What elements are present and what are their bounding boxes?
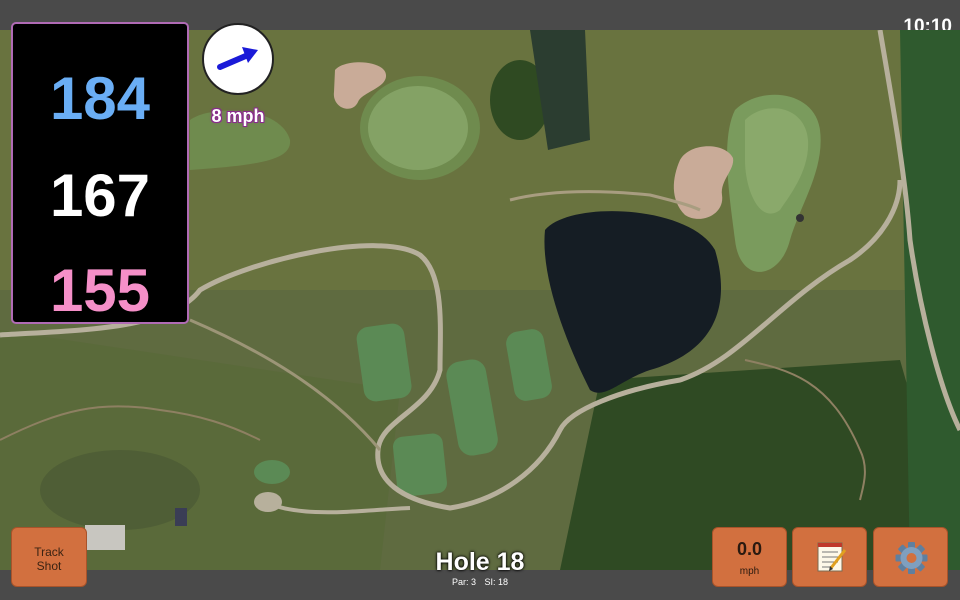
wind-direction-indicator — [202, 23, 274, 95]
front-of-green-distance: 155 — [49, 257, 151, 324]
speed-button[interactable]: 0.0 mph — [712, 527, 787, 587]
scorecard-notes-button[interactable] — [792, 527, 867, 587]
back-of-green-distance: 184 — [49, 65, 151, 132]
track-shot-label-line1: Track — [34, 545, 64, 559]
hole-info: Par: 3 SI: 18 — [400, 577, 560, 587]
distance-panel: 184 167 155 — [11, 22, 189, 324]
gear-icon — [895, 542, 928, 574]
track-shot-button[interactable]: Track Shot — [11, 527, 87, 587]
speed-value: 0.0 — [736, 539, 763, 559]
hole-par: Par: 3 — [451, 577, 476, 587]
hole-title: Hole 18 — [435, 548, 525, 576]
notepad-icon — [817, 542, 847, 572]
wind-arrow-icon — [217, 47, 258, 70]
wind-speed-label: 8 mph — [211, 106, 265, 126]
settings-button[interactable] — [873, 527, 948, 587]
speed-unit: mph — [739, 566, 760, 577]
hole-stroke-index: SI: 18 — [484, 577, 509, 587]
track-shot-label-line2: Shot — [36, 559, 62, 573]
middle-of-green-distance: 167 — [49, 162, 151, 229]
